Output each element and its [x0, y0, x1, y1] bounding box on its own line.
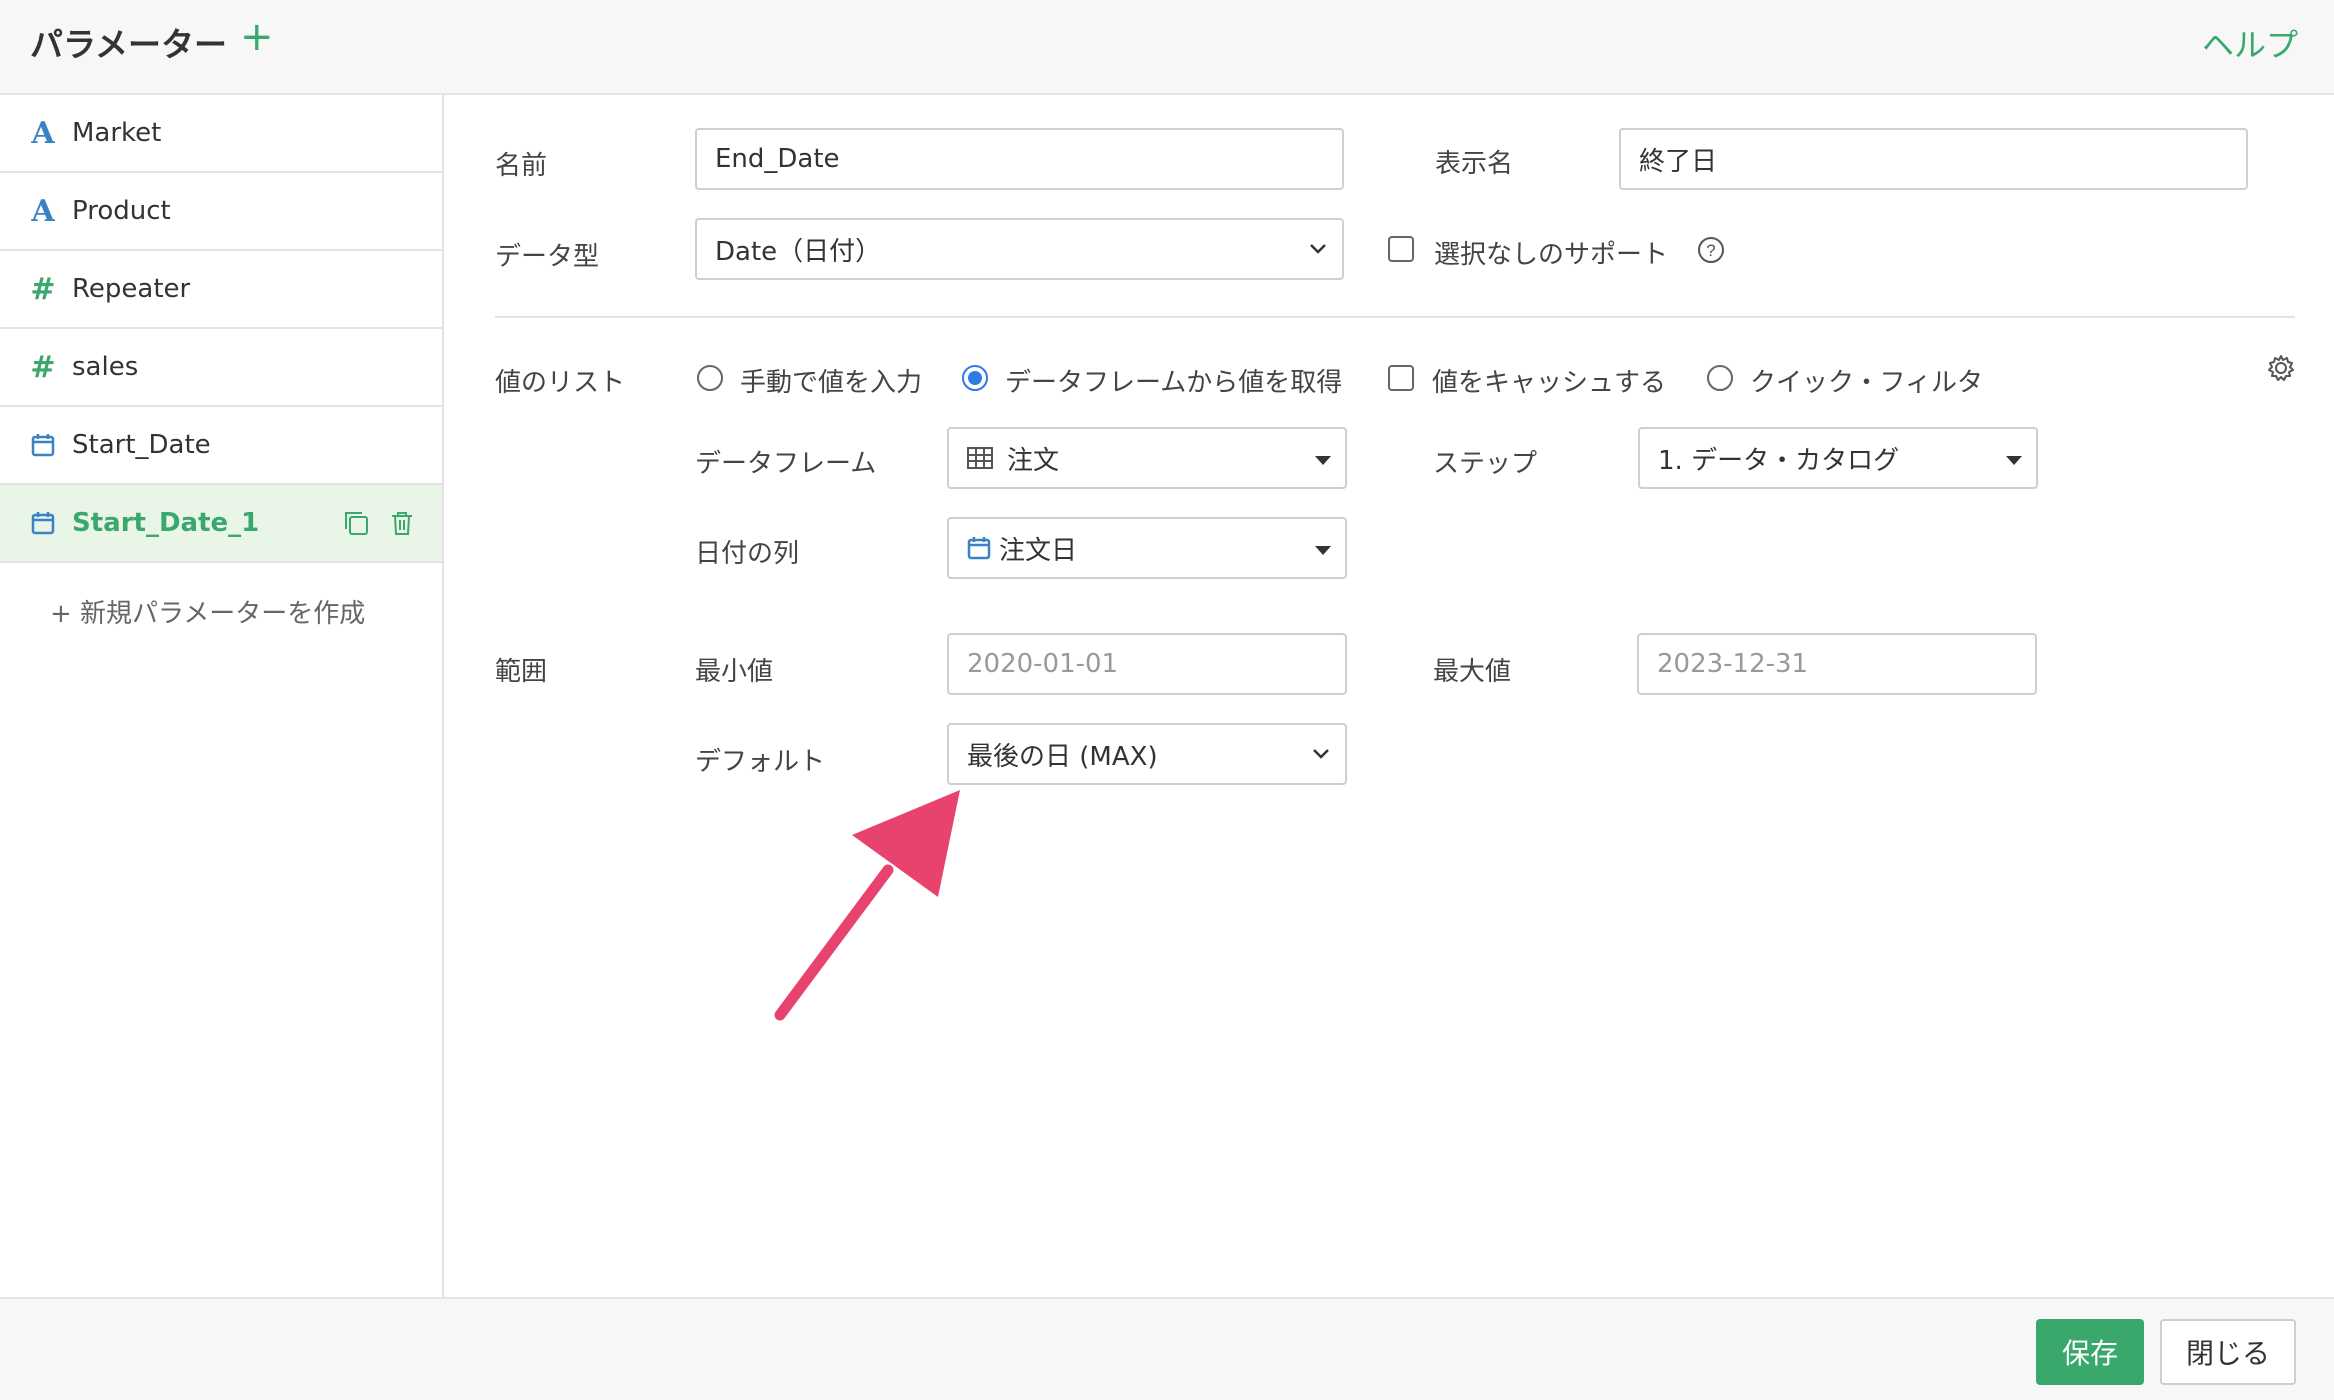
dataframe-label: データフレーム [695, 449, 877, 479]
radio-manual-label: 手動で値を入力 [740, 368, 923, 398]
step-value: 1. データ・カタログ [1658, 445, 1900, 476]
sidebar-item-label: sales [72, 352, 139, 382]
radio-from-dataframe-label: データフレームから値を取得 [1005, 368, 1343, 398]
default-value: 最後の日 (MAX) [967, 741, 1158, 772]
caret-down-icon [1315, 456, 1331, 465]
number-type-icon: # [30, 349, 56, 385]
close-button[interactable]: 閉じる [2160, 1319, 2296, 1385]
caret-down-icon [1315, 546, 1331, 555]
date-column-select[interactable]: 注文日 [947, 517, 1347, 579]
value-list-label: 値のリスト [495, 368, 626, 398]
date-type-icon [28, 433, 58, 457]
chevron-down-icon [1313, 749, 1329, 759]
dialog-header: パラメーター + ヘルプ [0, 0, 2334, 95]
max-label: 最大値 [1433, 657, 1512, 687]
text-type-icon: A [31, 193, 55, 229]
dialog-title: パラメーター [30, 25, 228, 64]
date-column-label: 日付の列 [695, 539, 800, 569]
data-type-value: Date（日付） [715, 236, 882, 267]
text-type-icon: A [31, 115, 55, 151]
help-link[interactable]: ヘルプ [2202, 20, 2298, 66]
sidebar-item-repeater[interactable]: # Repeater [0, 251, 442, 329]
step-select[interactable]: 1. データ・カタログ [1638, 427, 2038, 489]
save-button[interactable]: 保存 [2036, 1319, 2144, 1385]
sidebar-item-market[interactable]: A Market [0, 95, 442, 173]
cache-values-label: 値をキャッシュする [1432, 368, 1667, 398]
sidebar-item-label: Repeater [72, 274, 191, 304]
dataframe-select[interactable]: 注文 [947, 427, 1347, 489]
cache-values-checkbox[interactable] [1388, 365, 1414, 391]
radio-quick-filter-label: クイック・フィルタ [1750, 368, 1983, 398]
sidebar-item-product[interactable]: A Product [0, 173, 442, 251]
annotation-arrow-icon [774, 790, 960, 1021]
data-type-select[interactable]: Date（日付） [695, 218, 1344, 280]
duplicate-icon[interactable] [342, 509, 370, 544]
default-select[interactable]: 最後の日 (MAX) [947, 723, 1347, 785]
date-column-value: 注文日 [999, 535, 1078, 566]
sidebar-item-label: Start_Date [72, 430, 211, 460]
name-label: 名前 [495, 151, 548, 181]
sidebar-item-start-date[interactable]: Start_Date [0, 407, 442, 485]
display-name-label: 表示名 [1435, 149, 1514, 179]
svg-text:?: ? [1706, 241, 1715, 260]
caret-down-icon [2006, 456, 2022, 465]
display-name-input[interactable]: 終了日 [1619, 128, 2248, 190]
new-parameter-button[interactable]: + 新規パラメーターを作成 [50, 593, 365, 630]
chevron-down-icon [1310, 244, 1326, 254]
trash-icon[interactable] [388, 509, 416, 544]
sidebar-item-start-date-1[interactable]: Start_Date_1 [0, 485, 442, 563]
min-label: 最小値 [695, 657, 774, 687]
sidebar-item-sales[interactable]: # sales [0, 329, 442, 407]
no-selection-support-checkbox[interactable] [1388, 236, 1414, 262]
help-circle-icon[interactable]: ? [1697, 236, 1725, 271]
table-icon [967, 447, 993, 469]
step-label: ステップ [1433, 449, 1538, 479]
radio-manual[interactable] [697, 365, 723, 391]
sidebar-item-actions [342, 509, 416, 544]
radio-quick-filter[interactable] [1707, 365, 1733, 391]
range-label: 範囲 [495, 657, 548, 687]
sidebar-item-label: Market [72, 118, 162, 148]
min-value-input[interactable]: 2020-01-01 [947, 633, 1347, 695]
name-input[interactable]: End_Date [695, 128, 1344, 190]
gear-icon[interactable] [2266, 353, 2296, 390]
number-type-icon: # [30, 271, 56, 307]
parameter-list-sidebar: A Market A Product # Repeater # sales St… [0, 95, 444, 1297]
max-value-input[interactable]: 2023-12-31 [1637, 633, 2037, 695]
section-divider [495, 316, 2295, 318]
sidebar-item-label: Start_Date_1 [72, 508, 260, 538]
add-parameter-button[interactable]: + [240, 14, 274, 60]
dialog-footer: 保存 閉じる [0, 1297, 2334, 1400]
data-type-label: データ型 [495, 242, 600, 272]
no-selection-support-label: 選択なしのサポート [1434, 240, 1669, 270]
sidebar-item-label: Product [72, 196, 171, 226]
dataframe-value: 注文 [1007, 445, 1060, 476]
date-type-icon [28, 511, 58, 535]
radio-from-dataframe[interactable] [962, 365, 988, 391]
calendar-icon [967, 536, 991, 560]
